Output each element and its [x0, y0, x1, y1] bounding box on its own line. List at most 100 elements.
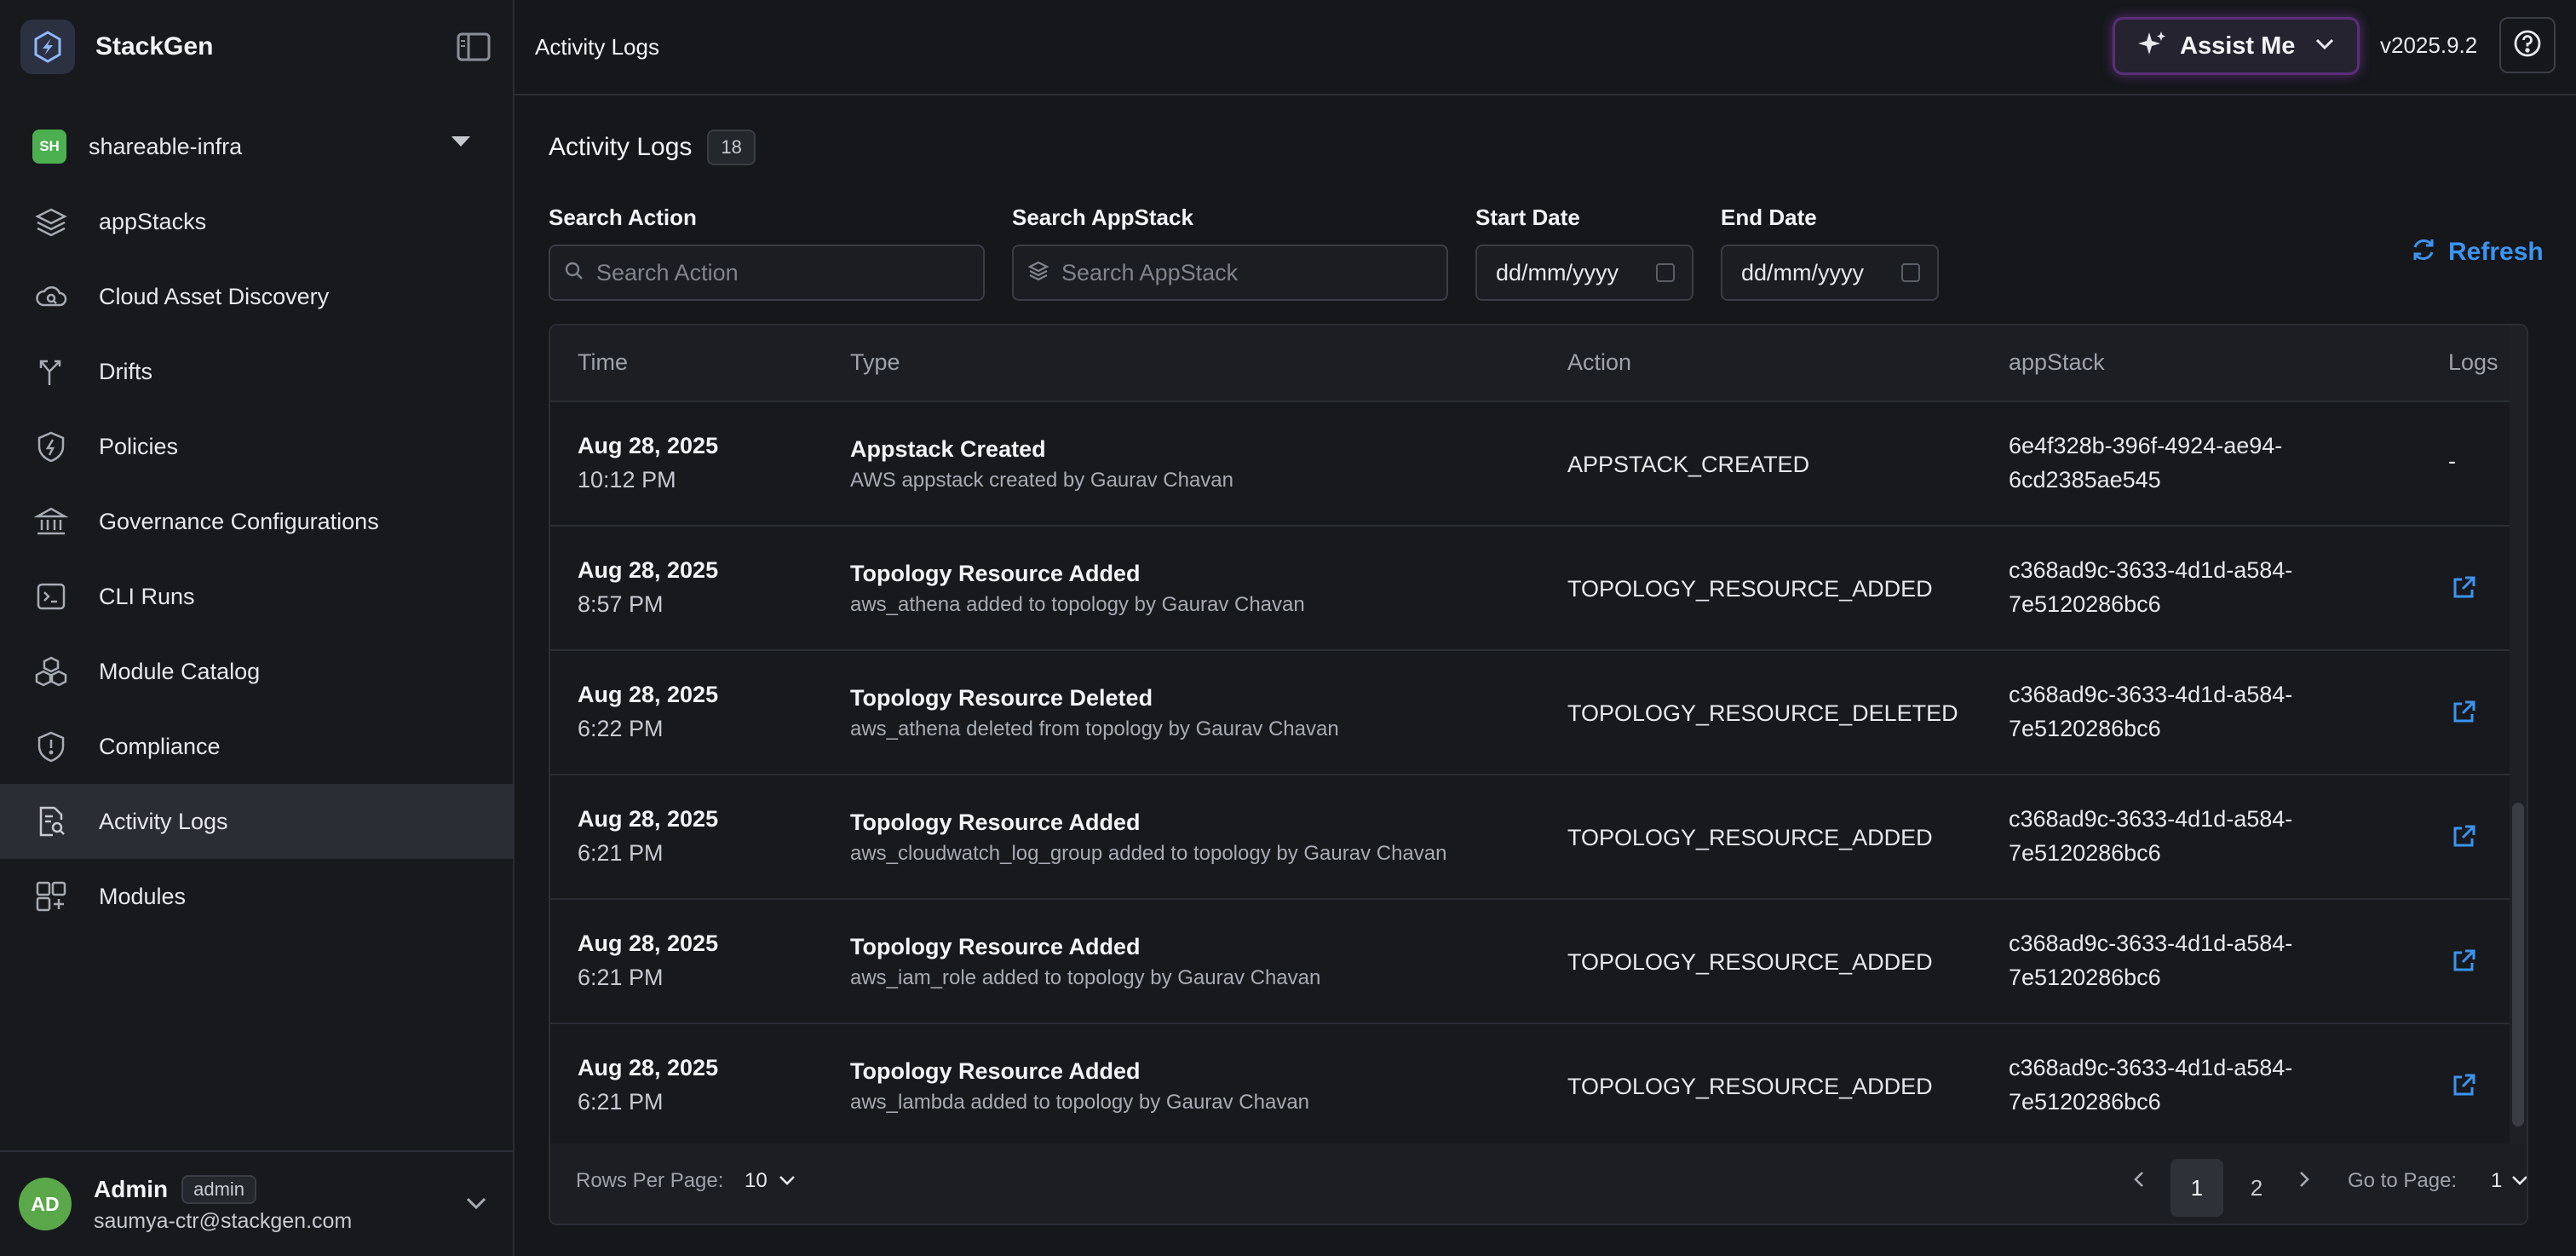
- search-action-filter: Search Action: [549, 205, 985, 301]
- filter-label: Search AppStack: [1012, 205, 1193, 230]
- help-button[interactable]: [2499, 17, 2556, 73]
- sidebar-item-drifts[interactable]: Drifts: [0, 334, 513, 409]
- org-badge: SH: [32, 130, 66, 164]
- next-page-icon[interactable]: [2291, 1166, 2317, 1195]
- refresh-label: Refresh: [2448, 237, 2544, 266]
- search-appstack-box: [1012, 245, 1448, 301]
- layers-icon: [32, 203, 70, 240]
- search-appstack-input[interactable]: [1061, 259, 1397, 286]
- row-appstack-id: c368ad9c-3633-4d1d-a584-: [2009, 557, 2293, 583]
- row-action: TOPOLOGY_RESOURCE_DELETED: [1567, 700, 1958, 726]
- row-type-description: aws_athena added to topology by Gaurav C…: [850, 593, 1305, 616]
- sidebar-item-modules[interactable]: Modules: [0, 859, 513, 934]
- sidebar-item-label: Policies: [99, 433, 179, 459]
- calendar-icon[interactable]: [1656, 263, 1675, 282]
- sidebar-nav: appStacks Cloud Asset Discovery Drifts P…: [0, 184, 513, 934]
- search-appstack-filter: Search AppStack: [1012, 205, 1448, 301]
- app: StackGen SH shareable-infra appStacks Cl…: [0, 0, 2576, 1256]
- branch-icon: [32, 353, 70, 390]
- activity-logs-table: Time Type Action appStack Logs Aug 28, 2…: [549, 324, 2528, 1225]
- row-appstack-id-suffix: 7e5120286bc6: [2009, 716, 2161, 741]
- sidebar-item-label: Governance Configurations: [99, 508, 379, 534]
- sidebar-item-label: appStacks: [99, 208, 207, 234]
- external-link-icon[interactable]: [2448, 946, 2482, 980]
- caret-down-icon[interactable]: [451, 136, 470, 147]
- sidebar-item-label: Cloud Asset Discovery: [99, 283, 330, 309]
- role-badge: admin: [181, 1174, 257, 1204]
- main-content: Activity Logs Assist Me v2025.9.2 Activi…: [515, 0, 2576, 1256]
- sidebar-item-policies[interactable]: Policies: [0, 409, 513, 484]
- external-link-icon[interactable]: [2448, 573, 2482, 607]
- chevron-down-icon: [2314, 36, 2336, 57]
- sidebar-item-module-catalog[interactable]: Module Catalog: [0, 634, 513, 709]
- column-header-time: Time: [578, 349, 628, 375]
- row-time: 6:21 PM: [578, 840, 664, 866]
- chevron-down-icon[interactable]: [463, 1193, 489, 1213]
- user-info: Admin admin saumya-ctr@stackgen.com: [94, 1174, 353, 1234]
- end-date-filter: End Date dd/mm/yyyy: [1721, 205, 1939, 301]
- table-row: Aug 28, 2025 6:21 PM Topology Resource Add…: [550, 1024, 2527, 1149]
- shield-alert-icon: [32, 728, 70, 765]
- row-appstack-id: 6e4f328b-396f-4924-ae94-: [2009, 433, 2283, 458]
- sidebar-item-activity-logs[interactable]: Activity Logs: [0, 784, 513, 859]
- section-title: Activity Logs: [549, 133, 693, 161]
- org-switcher[interactable]: SH shareable-infra: [0, 112, 513, 181]
- user-email: saumya-ctr@stackgen.com: [94, 1208, 353, 1233]
- row-type-description: aws_cloudwatch_log_group added to topolo…: [850, 842, 1447, 865]
- scrollbar-thumb[interactable]: [2512, 803, 2524, 1126]
- row-type-description: AWS appstack created by Gaurav Chavan: [850, 469, 1233, 492]
- sidebar-item-cli-runs[interactable]: CLI Runs: [0, 559, 513, 634]
- refresh-button[interactable]: Refresh: [2409, 235, 2544, 268]
- rows-per-page-label: Rows Per Page:: [576, 1169, 724, 1192]
- external-link-icon[interactable]: [2448, 697, 2482, 731]
- user-menu[interactable]: AD Admin admin saumya-ctr@stackgen.com: [0, 1150, 513, 1256]
- sidebar-item-governance-configurations[interactable]: Governance Configurations: [0, 484, 513, 559]
- brand[interactable]: StackGen: [0, 0, 513, 94]
- row-date: Aug 28, 2025: [578, 806, 719, 832]
- rows-per-page-select[interactable]: 10: [745, 1169, 796, 1193]
- table-row: Aug 28, 2025 6:21 PM Topology Resource Add…: [550, 775, 2527, 900]
- row-time: 10:12 PM: [578, 467, 676, 493]
- refresh-icon: [2409, 235, 2438, 268]
- row-action: TOPOLOGY_RESOURCE_ADDED: [1567, 576, 1933, 602]
- row-action: TOPOLOGY_RESOURCE_ADDED: [1567, 949, 1933, 975]
- assist-me-button[interactable]: Assist Me: [2113, 17, 2360, 75]
- filter-label: Start Date: [1475, 205, 1580, 230]
- sidebar-item-label: Compliance: [99, 733, 221, 759]
- page-button-2[interactable]: 2: [2230, 1159, 2283, 1217]
- page-button-1[interactable]: 1: [2171, 1159, 2223, 1217]
- table-row: Aug 28, 2025 8:57 PM Topology Resource Add…: [550, 527, 2527, 651]
- calendar-icon[interactable]: [1901, 263, 1920, 282]
- grid-plus-icon: [32, 878, 70, 915]
- stackgen-logo-icon: [20, 20, 75, 74]
- column-header-type: Type: [850, 349, 900, 375]
- row-appstack-id-suffix: 6cd2385ae545: [2009, 467, 2161, 493]
- row-type-title: Topology Resource Added: [850, 561, 1141, 586]
- brand-name: StackGen: [95, 32, 214, 60]
- sidebar-item-appstacks[interactable]: appStacks: [0, 184, 513, 259]
- prev-page-icon[interactable]: [2126, 1166, 2152, 1195]
- external-link-icon[interactable]: [2448, 1070, 2482, 1104]
- sidebar-item-compliance[interactable]: Compliance: [0, 709, 513, 784]
- assist-me-label: Assist Me: [2180, 32, 2296, 60]
- start-date-input[interactable]: dd/mm/yyyy: [1475, 245, 1693, 301]
- row-action: TOPOLOGY_RESOURCE_ADDED: [1567, 1074, 1933, 1099]
- cloud-search-icon: [32, 278, 70, 315]
- row-date: Aug 28, 2025: [578, 930, 719, 956]
- table-scrollbar[interactable]: [2510, 326, 2527, 1144]
- go-to-page-select[interactable]: 1: [2491, 1169, 2527, 1193]
- external-link-icon[interactable]: [2448, 821, 2482, 856]
- sidebar: StackGen SH shareable-infra appStacks Cl…: [0, 0, 515, 1256]
- row-type-description: aws_athena deleted from topology by Gaur…: [850, 717, 1339, 740]
- row-appstack-id: c368ad9c-3633-4d1d-a584-: [2009, 1055, 2293, 1080]
- filter-label: End Date: [1721, 205, 1817, 230]
- sidebar-item-cloud-asset-discovery[interactable]: Cloud Asset Discovery: [0, 259, 513, 334]
- row-type-title: Topology Resource Added: [850, 934, 1141, 959]
- row-appstack-id-suffix: 7e5120286bc6: [2009, 965, 2161, 990]
- search-action-input[interactable]: [596, 259, 932, 286]
- row-type-title: Appstack Created: [850, 436, 1046, 462]
- column-header-appstack: appStack: [2009, 349, 2105, 375]
- go-to-page-label: Go to Page:: [2348, 1169, 2458, 1192]
- end-date-input[interactable]: dd/mm/yyyy: [1721, 245, 1939, 301]
- sidebar-collapse-icon[interactable]: [457, 32, 491, 61]
